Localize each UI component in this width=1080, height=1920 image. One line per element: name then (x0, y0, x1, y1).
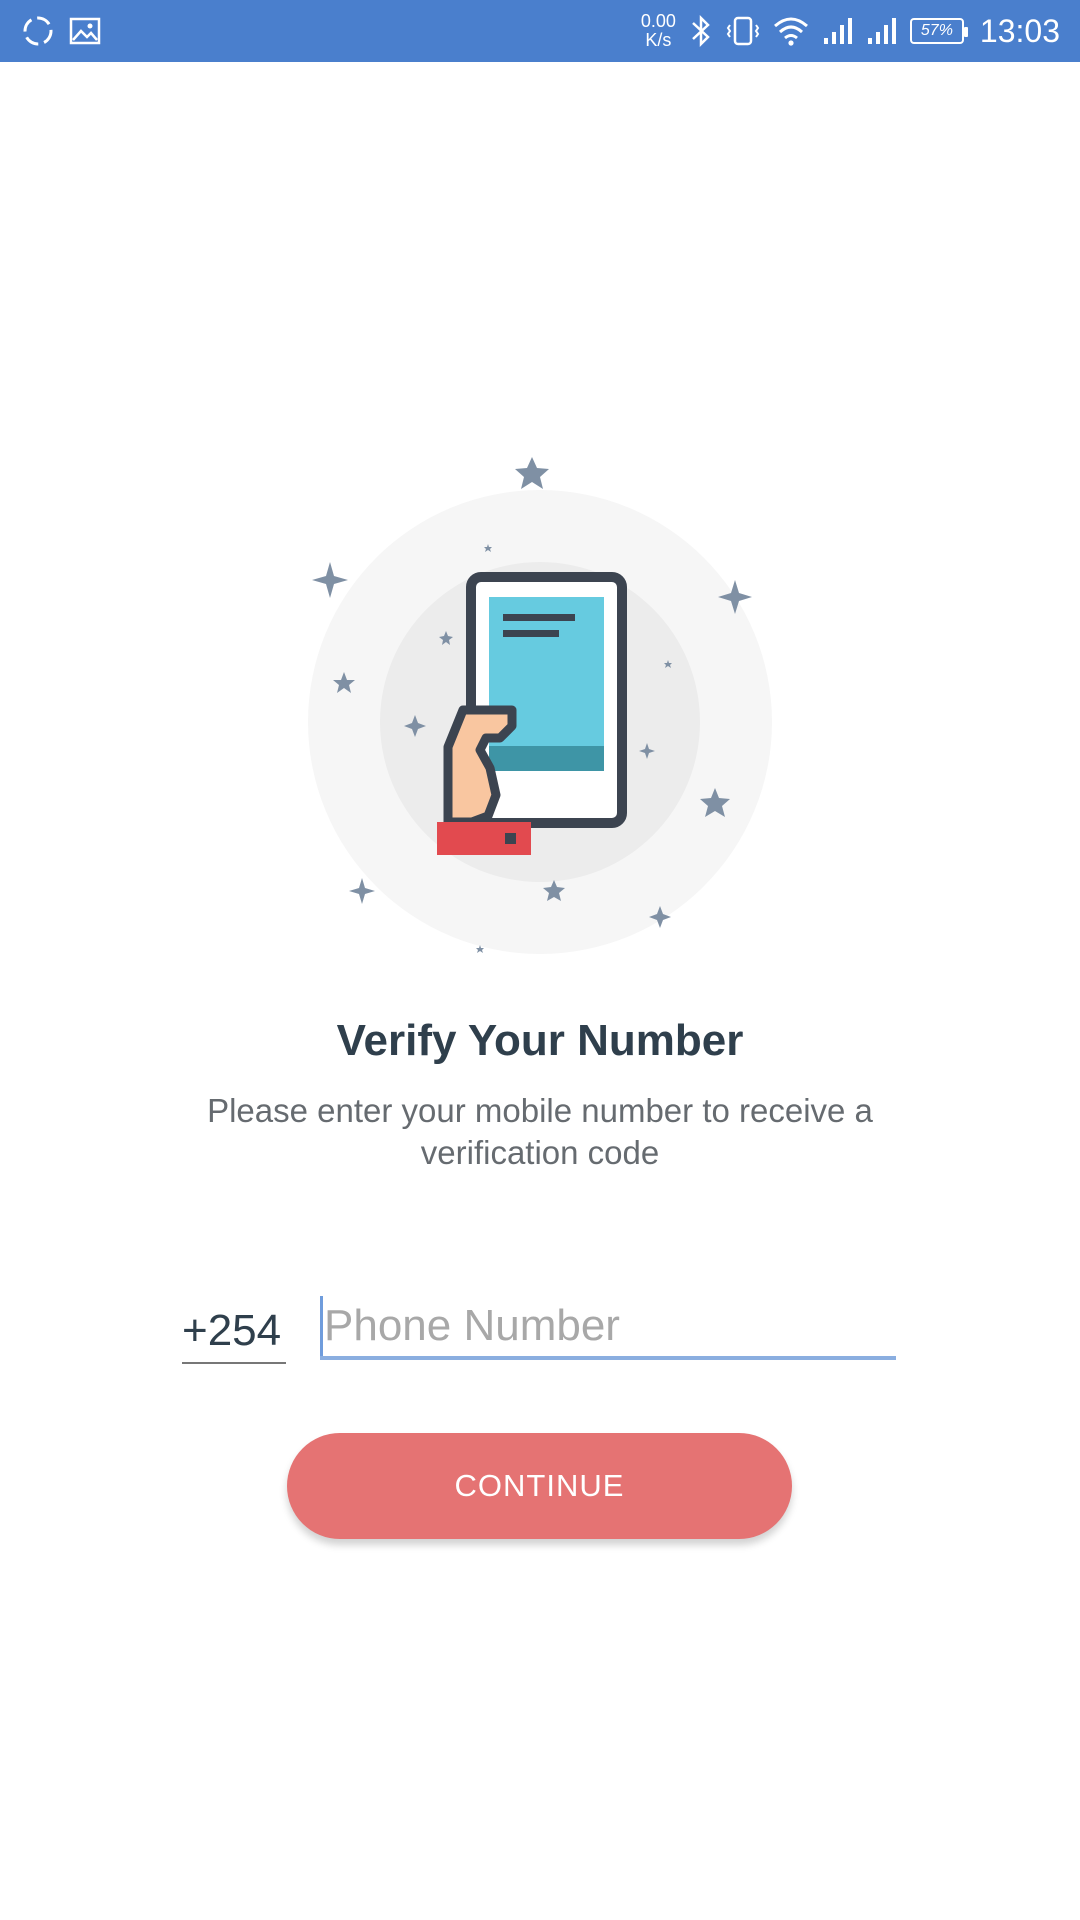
sleeve (437, 822, 531, 855)
signal-icon (823, 18, 852, 44)
message-line (503, 614, 575, 621)
status-bar: 0.00 K/s 57% 13:03 (0, 0, 1080, 62)
country-code-selector[interactable]: +254 (182, 1300, 286, 1364)
sparkle-icon (349, 878, 375, 904)
bluetooth-icon (692, 14, 710, 48)
text-cursor (320, 1296, 323, 1356)
clock: 13:03 (979, 12, 1060, 49)
sync-icon (23, 16, 53, 46)
net-speed: 0.00 K/s (641, 12, 676, 50)
page-title: Verify Your Number (336, 1016, 744, 1065)
sparkle-icon (312, 562, 348, 598)
phone-screen-footer (489, 746, 604, 771)
page-subtitle: Please enter your mobile number to recei… (207, 1092, 873, 1171)
message-line (503, 630, 559, 637)
net-speed-unit: K/s (645, 30, 672, 50)
cufflink (505, 833, 516, 844)
status-right: 0.00 K/s 57% 13:03 (641, 0, 1060, 62)
wifi-icon (773, 17, 808, 46)
phone-verification-illustration (308, 457, 772, 954)
battery-icon: 57% (909, 18, 968, 44)
signal-icon (867, 18, 896, 44)
status-left (20, 13, 102, 49)
phone-number-input[interactable] (320, 1296, 896, 1360)
battery-level: 57% (920, 22, 953, 39)
net-speed-value: 0.00 (640, 11, 676, 31)
gallery-icon (69, 17, 101, 45)
continue-button[interactable]: CONTINUE (287, 1433, 792, 1539)
star-icon (515, 457, 549, 489)
vibrate-icon (726, 16, 760, 46)
phone-screen (489, 597, 604, 771)
